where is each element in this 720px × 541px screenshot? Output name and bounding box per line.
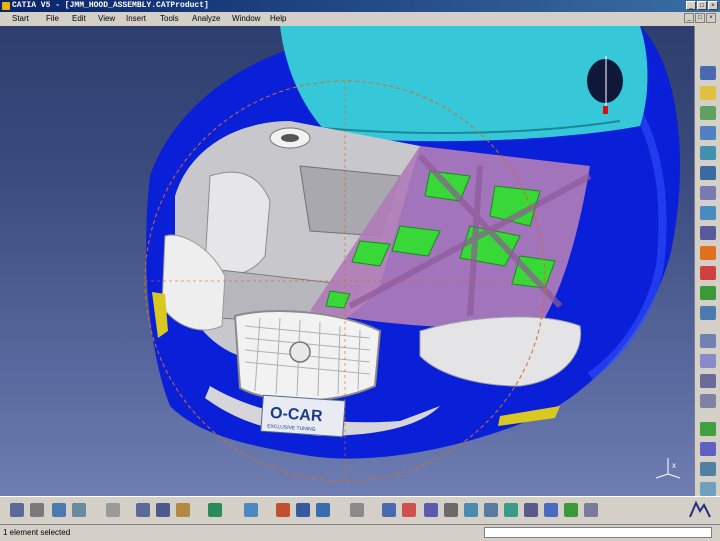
explode-icon[interactable]	[700, 266, 716, 280]
clash-icon[interactable]	[700, 462, 716, 476]
sectioning-icon[interactable]	[700, 482, 716, 496]
menu-tools[interactable]: Tools	[160, 14, 179, 23]
menu-file[interactable]: File	[46, 14, 59, 23]
material-icon[interactable]	[524, 503, 538, 517]
menu-analyze[interactable]: Analyze	[192, 14, 220, 23]
menu-start[interactable]: Start	[12, 14, 29, 23]
bill-of-material-icon[interactable]	[700, 226, 716, 240]
fit-all-icon[interactable]	[276, 503, 290, 517]
catia-app-icon	[2, 2, 10, 10]
command-input[interactable]	[484, 527, 712, 538]
axis-label: x	[672, 461, 676, 470]
catia-logo-icon	[686, 499, 714, 521]
angle-icon[interactable]	[700, 394, 716, 408]
save-icon[interactable]	[52, 503, 66, 517]
zoom-in-icon[interactable]	[350, 503, 364, 517]
fly-icon[interactable]	[244, 503, 258, 517]
constraint-icon[interactable]	[700, 306, 716, 320]
status-message: 1 element selected	[3, 528, 71, 537]
right-toolbar	[694, 26, 720, 496]
maximize-icon[interactable]: □	[697, 1, 707, 10]
fix-icon[interactable]	[700, 334, 716, 348]
paste-icon[interactable]	[156, 503, 170, 517]
cut-icon[interactable]	[106, 503, 120, 517]
publish-icon[interactable]	[564, 503, 578, 517]
measure-item-icon[interactable]	[504, 503, 518, 517]
normal-view-icon[interactable]	[402, 503, 416, 517]
swap-space-icon[interactable]	[484, 503, 498, 517]
part-icon[interactable]	[700, 106, 716, 120]
iso-view-icon[interactable]	[424, 503, 438, 517]
hide-show-icon[interactable]	[464, 503, 478, 517]
window-controls: _ □ ×	[686, 1, 718, 10]
orientation-axis	[655, 458, 681, 479]
undo-icon[interactable]	[176, 503, 190, 517]
menu-edit[interactable]: Edit	[72, 14, 86, 23]
open-icon[interactable]	[30, 503, 44, 517]
snap-icon[interactable]	[700, 246, 716, 260]
window-title: CATIA V5 - [JMM_HOOD_ASSEMBLY.CATProduct…	[12, 1, 209, 10]
copy-icon[interactable]	[136, 503, 150, 517]
car-model-render[interactable]: O-CAR EXCLUSIVE TUNING x	[0, 26, 694, 496]
menu-insert[interactable]: Insert	[126, 14, 146, 23]
doc-restore-icon[interactable]: □	[695, 13, 705, 23]
offset-icon[interactable]	[700, 374, 716, 388]
contact-icon[interactable]	[700, 354, 716, 368]
redo-icon[interactable]	[208, 503, 222, 517]
doc-close-icon[interactable]: ×	[706, 13, 716, 23]
minimize-icon[interactable]: _	[686, 1, 696, 10]
scenes-icon[interactable]	[584, 503, 598, 517]
axis-gizmo	[587, 59, 623, 103]
status-bar: 1 element selected	[0, 524, 720, 541]
rotate-icon[interactable]	[316, 503, 330, 517]
measure-icon[interactable]	[700, 442, 716, 456]
generate-numbering-icon[interactable]	[700, 186, 716, 200]
pan-icon[interactable]	[296, 503, 310, 517]
fast-multi-instantiation-icon[interactable]	[700, 206, 716, 220]
graph-tree-icon[interactable]	[700, 166, 716, 180]
menu-help[interactable]: Help	[270, 14, 286, 23]
manipulate-icon[interactable]	[700, 286, 716, 300]
update-icon[interactable]	[700, 422, 716, 436]
doc-minimize-icon[interactable]: _	[684, 13, 694, 23]
menu-view[interactable]: View	[98, 14, 115, 23]
new-icon[interactable]	[10, 503, 24, 517]
document-window-controls: _ □ ×	[684, 13, 716, 23]
product-icon[interactable]	[700, 126, 716, 140]
zoom-out-icon[interactable]	[382, 503, 396, 517]
shading-icon[interactable]	[444, 503, 458, 517]
close-icon[interactable]: ×	[708, 1, 718, 10]
3d-viewport[interactable]: O-CAR EXCLUSIVE TUNING x	[0, 26, 694, 496]
menu-bar: Start File Edit View Insert Tools Analyz…	[0, 12, 720, 26]
insert-component-icon[interactable]	[700, 86, 716, 100]
title-bar: CATIA V5 - [JMM_HOOD_ASSEMBLY.CATProduct…	[0, 0, 720, 12]
render-icon[interactable]	[544, 503, 558, 517]
replace-icon[interactable]	[700, 146, 716, 160]
print-icon[interactable]	[72, 503, 86, 517]
select-arrow-icon[interactable]	[700, 66, 716, 80]
menu-window[interactable]: Window	[232, 14, 260, 23]
bottom-toolbar	[0, 496, 720, 525]
